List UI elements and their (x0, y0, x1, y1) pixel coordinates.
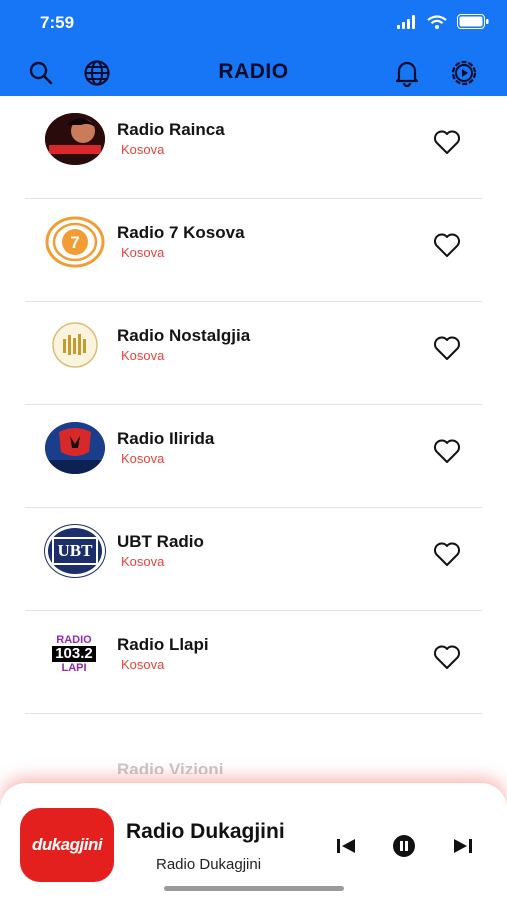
favorite-button[interactable] (432, 642, 462, 672)
heart-icon (434, 645, 460, 669)
station-country: Kosova (121, 142, 165, 157)
page-title: RADIO (218, 60, 289, 83)
station-country: Kosova (121, 348, 165, 363)
station-name: Radio 7 Kosova (117, 223, 245, 242)
gear-play-icon (451, 60, 477, 86)
station-row[interactable]: Radio Nostalgjia Kosova (25, 302, 482, 405)
station-country: Kosova (121, 245, 165, 260)
player-title: Radio Dukagjini (126, 820, 285, 843)
station-country: Kosova (121, 554, 165, 569)
pause-button[interactable] (390, 833, 418, 859)
station-logo (45, 113, 105, 165)
station-logo: UBT (45, 525, 105, 577)
signal-icon (397, 14, 415, 29)
heart-icon (434, 439, 460, 463)
status-time: 7:59 (40, 13, 75, 32)
status-icons (397, 14, 489, 29)
station-logo: 7 (45, 216, 105, 268)
favorite-button[interactable] (432, 333, 462, 363)
station-country: Kosova (121, 451, 165, 466)
previous-button[interactable] (332, 833, 360, 859)
heart-icon (434, 233, 460, 257)
favorite-button[interactable] (432, 436, 462, 466)
favorite-button[interactable] (432, 230, 462, 260)
station-name: Radio Nostalgjia (117, 326, 251, 345)
station-logo: RADIO 103.2 LAPI (45, 628, 103, 680)
heart-icon (434, 336, 460, 360)
station-name: Radio Llapi (117, 635, 209, 654)
favorite-button[interactable] (432, 539, 462, 569)
home-indicator (164, 886, 344, 891)
station-name: UBT Radio (117, 532, 204, 551)
settings-button[interactable] (449, 58, 479, 88)
station-row-partial[interactable]: Radio Vizioni (25, 714, 482, 774)
skip-previous-icon (337, 839, 355, 853)
station-row[interactable]: UBT UBT Radio Kosova (25, 508, 482, 611)
station-logo-image: 7 (45, 216, 105, 268)
station-logo-image (45, 422, 105, 474)
station-list: Radio Rainca Kosova 7 Radio 7 Kosova Kos… (25, 96, 482, 774)
station-country: Kosova (121, 657, 165, 672)
player-subtitle: Radio Dukagjini (156, 856, 262, 873)
wifi-icon (427, 14, 447, 29)
station-logo-bottom: LAPI (61, 662, 87, 674)
station-row[interactable]: RADIO 103.2 LAPI Radio Llapi Kosova (25, 611, 482, 714)
station-logo (45, 319, 105, 371)
station-logo-mid: 103.2 (52, 646, 96, 662)
station-logo-image (45, 113, 105, 165)
skip-next-icon (454, 839, 472, 853)
svg-text:7: 7 (70, 233, 79, 252)
station-row[interactable]: Radio Rainca Kosova (25, 96, 482, 199)
player-art-text: dukagjini (31, 835, 103, 854)
player-artwork[interactable]: dukagjini (20, 808, 114, 882)
station-name: Radio Ilirida (117, 429, 215, 448)
pause-icon (393, 835, 415, 857)
app-header: 7:59 RADIO (0, 0, 507, 96)
station-row[interactable]: 7 Radio 7 Kosova Kosova (25, 199, 482, 302)
next-button[interactable] (449, 833, 477, 859)
station-row[interactable]: Radio Ilirida Kosova (25, 405, 482, 508)
station-logo (45, 422, 105, 474)
station-logo-text: UBT (51, 537, 99, 565)
station-logo-image (52, 322, 98, 368)
station-name: Radio Vizioni (117, 760, 224, 774)
favorite-button[interactable] (432, 127, 462, 157)
notifications-button[interactable] (392, 58, 422, 88)
bell-icon (395, 61, 419, 87)
heart-icon (434, 542, 460, 566)
station-name: Radio Rainca (117, 120, 225, 139)
battery-icon (457, 14, 489, 29)
heart-icon (434, 130, 460, 154)
